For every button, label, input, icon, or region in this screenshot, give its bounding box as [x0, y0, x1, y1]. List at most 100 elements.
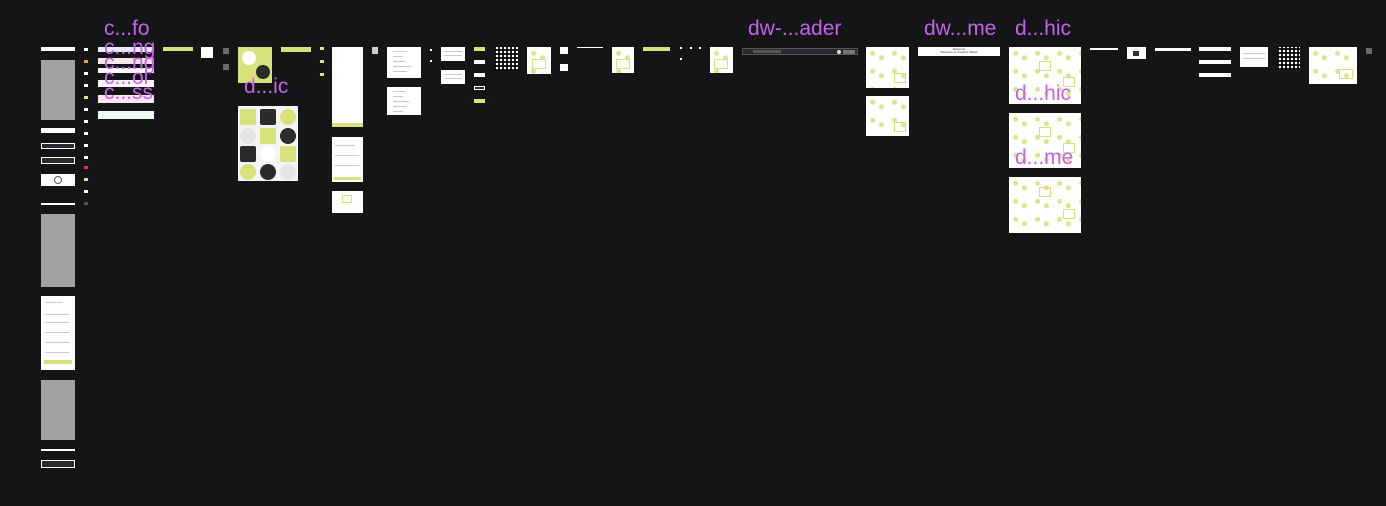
frame-label-5[interactable]: c...ss	[104, 82, 153, 104]
illustration-card[interactable]	[1309, 47, 1357, 84]
menu-item[interactable]	[393, 91, 405, 92]
illustration-card[interactable]	[612, 47, 634, 73]
tiny-dot[interactable]	[680, 58, 682, 60]
tiny-dot[interactable]	[680, 47, 682, 49]
avatar[interactable]	[837, 50, 841, 54]
component-icon[interactable]	[223, 64, 229, 70]
menu-item[interactable]	[393, 61, 405, 62]
menu-item[interactable]	[393, 96, 403, 97]
frame-mobile-bar-3[interactable]	[41, 449, 75, 451]
frame-label-7[interactable]: dw-...ader	[748, 18, 841, 40]
frame-label-6[interactable]: d...ic	[244, 76, 288, 98]
swatch[interactable]	[84, 60, 88, 63]
menu-list-2[interactable]	[387, 87, 421, 115]
swatch[interactable]	[84, 72, 88, 75]
pattern-card-large[interactable]	[238, 106, 298, 181]
lime-chip[interactable]	[320, 73, 324, 76]
swatch[interactable]	[84, 132, 88, 135]
thin-bar[interactable]	[1155, 48, 1191, 51]
tiny-dot[interactable]	[690, 47, 692, 49]
menu-item[interactable]	[393, 106, 407, 107]
frame-mobile-dark-1[interactable]	[41, 143, 75, 149]
lime-button[interactable]	[474, 99, 485, 103]
swatch[interactable]	[84, 120, 88, 123]
design-canvas[interactable]: c...fo c...ng c...ng c...ol c...ss d...i…	[0, 0, 1386, 506]
frame-page-long[interactable]	[332, 47, 363, 127]
tiny-dot[interactable]	[430, 60, 432, 62]
frame-mobile-header[interactable]	[41, 47, 75, 51]
frame-mobile-bar-1[interactable]	[41, 128, 75, 133]
thin-bar[interactable]	[1090, 48, 1118, 50]
thin-bar[interactable]	[577, 47, 603, 48]
white-button[interactable]	[474, 60, 485, 64]
swatch[interactable]	[84, 48, 88, 51]
frame-mobile-logo[interactable]	[41, 174, 75, 186]
swatch[interactable]	[84, 190, 88, 193]
swatch[interactable]	[84, 84, 88, 87]
frame-welcome[interactable]: Welcome Welcome to Creative Sanlar	[918, 47, 1000, 56]
menu-list-1[interactable]	[387, 47, 421, 78]
icon-card[interactable]	[1127, 47, 1146, 59]
menu-item[interactable]	[393, 71, 407, 72]
dialog-card-2[interactable]	[441, 70, 465, 84]
frame-mobile-grey-1[interactable]	[41, 60, 75, 120]
form-submit-button[interactable]	[334, 177, 361, 180]
frame-graphic-1[interactable]	[866, 47, 909, 88]
small-square[interactable]	[560, 47, 568, 54]
illustration-card[interactable]	[710, 47, 733, 73]
pattern-tile	[260, 109, 276, 125]
menu-item[interactable]	[393, 51, 407, 52]
lime-button[interactable]	[163, 47, 193, 51]
component-row-6[interactable]	[98, 111, 154, 119]
small-card[interactable]	[201, 47, 213, 58]
modal-card[interactable]	[1240, 47, 1268, 67]
frame-label-10[interactable]: d...hic	[1015, 83, 1071, 105]
component-icon[interactable]	[223, 48, 229, 54]
frame-label-11[interactable]: d...me	[1015, 147, 1073, 169]
swatch[interactable]	[84, 156, 88, 159]
lime-chip[interactable]	[320, 47, 324, 50]
frame-mobile-bar-2[interactable]	[41, 203, 75, 205]
frame-graphic-2[interactable]	[866, 96, 909, 136]
illustration-card[interactable]	[527, 47, 551, 74]
frame-mobile-grey-2[interactable]	[41, 214, 75, 287]
component-icon[interactable]	[372, 47, 378, 54]
dialog-card-1[interactable]	[441, 47, 465, 61]
frame-header[interactable]	[742, 48, 858, 55]
component-icon[interactable]	[1366, 48, 1372, 54]
swatch[interactable]	[84, 166, 88, 169]
swatch[interactable]	[84, 202, 88, 205]
swatch[interactable]	[84, 178, 88, 181]
input-field[interactable]	[1199, 47, 1231, 51]
swatch[interactable]	[84, 96, 88, 99]
lime-chip[interactable]	[320, 60, 324, 63]
frame-mobile-form[interactable]	[41, 296, 75, 370]
lime-button[interactable]	[643, 47, 670, 51]
input-field[interactable]	[1199, 73, 1231, 77]
lime-button[interactable]	[281, 47, 311, 52]
frame-graphic-5[interactable]	[1009, 177, 1081, 233]
frame-mobile-dark-3[interactable]	[41, 460, 75, 468]
frame-page-card[interactable]	[332, 191, 363, 213]
lime-button[interactable]	[474, 47, 485, 51]
menu-item[interactable]	[393, 66, 411, 67]
frame-label-8[interactable]: dw...me	[924, 18, 996, 40]
form-submit-button[interactable]	[44, 360, 72, 364]
frame-label-9[interactable]: d...hic	[1015, 18, 1071, 40]
small-square[interactable]	[560, 64, 568, 71]
header-button[interactable]	[843, 50, 855, 54]
input-field[interactable]	[1199, 60, 1231, 64]
search-input[interactable]	[753, 50, 781, 53]
menu-item[interactable]	[393, 56, 403, 57]
swatch[interactable]	[84, 144, 88, 147]
tiny-dot[interactable]	[430, 49, 432, 51]
menu-item[interactable]	[393, 111, 403, 112]
menu-item[interactable]	[393, 101, 409, 102]
white-button[interactable]	[474, 73, 485, 77]
dark-button[interactable]	[474, 86, 485, 90]
frame-mobile-dark-2[interactable]	[41, 157, 75, 164]
swatch[interactable]	[84, 108, 88, 111]
frame-page-form[interactable]	[332, 137, 363, 182]
frame-mobile-grey-3[interactable]	[41, 380, 75, 440]
tiny-dot[interactable]	[699, 47, 701, 49]
